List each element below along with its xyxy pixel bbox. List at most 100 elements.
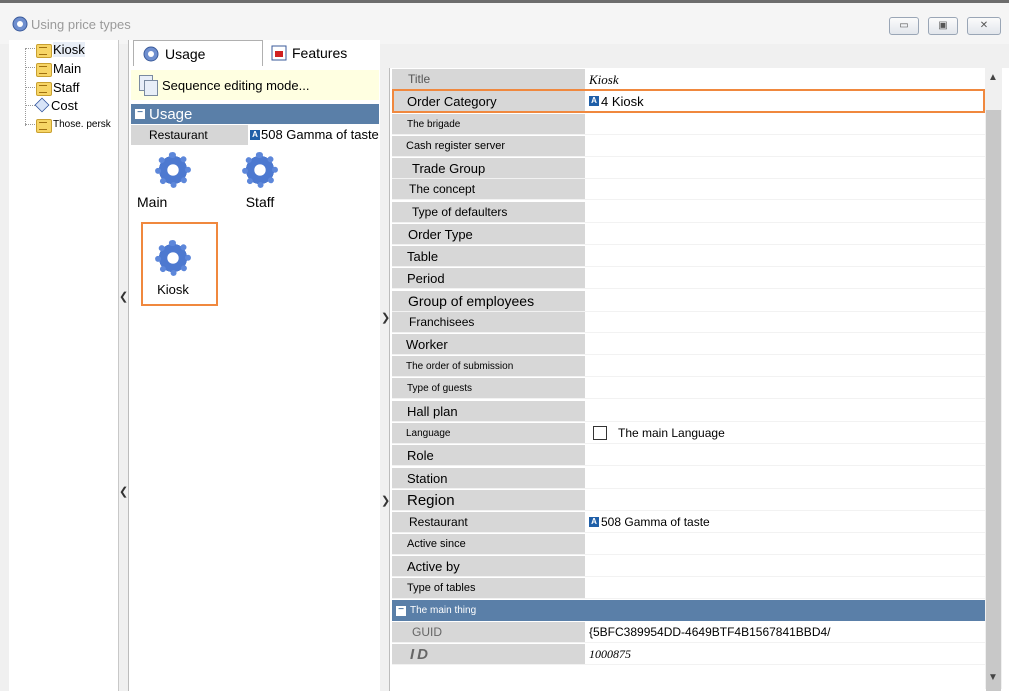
scrollbar-thumb[interactable] [986, 110, 1001, 691]
restore-button[interactable]: ▣ [928, 17, 958, 35]
scroll-up-icon[interactable]: ▲ [988, 72, 998, 83]
prop-value[interactable] [585, 534, 985, 554]
prop-row-active-by[interactable]: Active by [392, 556, 985, 577]
prop-row-restaurant[interactable]: Restaurant A 508 Gamma of taste [392, 512, 985, 533]
prop-row-group-of-employees[interactable]: Group of employees [392, 291, 985, 312]
property-scrollbar[interactable]: ▲ ▼ [985, 68, 1002, 691]
tile-staff[interactable]: Staff [228, 152, 292, 210]
main-language-checkbox[interactable] [593, 426, 607, 440]
prop-value[interactable] [585, 490, 985, 510]
highlight-box [141, 222, 218, 306]
prop-label: The brigade [392, 114, 585, 134]
prop-row-region[interactable]: Region [392, 490, 985, 511]
prop-value[interactable] [585, 136, 985, 156]
prop-row-concept[interactable]: The concept [392, 179, 985, 200]
tree-item-cost[interactable]: Cost [34, 96, 78, 114]
prop-row-period[interactable]: Period [392, 268, 985, 289]
gear-icon [242, 152, 278, 188]
prop-value[interactable] [585, 268, 985, 288]
prop-row-order-type[interactable]: Order Type [392, 224, 985, 245]
close-button[interactable]: ✕ [967, 17, 1001, 35]
prop-value[interactable] [585, 114, 985, 134]
prop-row-title[interactable]: Title Kiosk [392, 69, 985, 90]
features-icon [271, 45, 287, 61]
prop-value[interactable] [585, 334, 985, 354]
prop-row-role[interactable]: Role [392, 445, 985, 466]
prop-label: The order of submission [392, 356, 585, 376]
prop-value[interactable] [585, 246, 985, 266]
prop-row-type-of-guests[interactable]: Type of guests [392, 378, 985, 399]
prop-row-table[interactable]: Table [392, 246, 985, 267]
tree-connector [25, 48, 35, 49]
collapse-left-icon[interactable]: ❮ [119, 290, 128, 303]
prop-value[interactable] [585, 401, 985, 421]
prop-row-language[interactable]: Language The main Language [392, 423, 985, 444]
prop-value[interactable]: 1000875 [585, 644, 985, 664]
prop-value[interactable] [585, 291, 985, 311]
prop-value[interactable] [585, 158, 985, 178]
prop-value[interactable] [585, 224, 985, 244]
prop-label: Worker [392, 334, 585, 354]
prop-row-franchisees[interactable]: Franchisees [392, 312, 985, 333]
minimize-button[interactable]: ▭ [889, 17, 919, 35]
prop-label: Restaurant [392, 512, 585, 532]
prop-value[interactable]: Kiosk [585, 69, 985, 89]
prop-row-hall-plan[interactable]: Hall plan [392, 401, 985, 422]
prop-row-type-of-defaulters[interactable]: Type of defaulters [392, 202, 985, 223]
prop-value[interactable] [585, 556, 985, 576]
prop-label: ID [392, 644, 585, 664]
tab-usage[interactable]: Usage [133, 40, 263, 66]
prop-row-id[interactable]: ID 1000875 [392, 644, 985, 665]
tree-item-main[interactable]: Main [35, 59, 81, 77]
collapse-icon: − [396, 604, 406, 616]
window-title: Using price types [31, 17, 131, 32]
prop-label: Group of employees [392, 291, 585, 311]
main-group-header[interactable]: − The main thing [392, 600, 985, 621]
tab-features[interactable]: Features [263, 40, 388, 66]
tab-label: Usage [165, 45, 206, 62]
group-title: Usage [149, 105, 193, 123]
tree-item-label: Staff [53, 79, 80, 95]
prop-label: Type of guests [392, 378, 585, 398]
prop-row-trade-group[interactable]: Trade Group [392, 158, 985, 179]
prop-value[interactable]: {5BFC389954DD-4649BTF4B1567841BBD4/ [585, 622, 985, 642]
prop-value[interactable] [585, 378, 985, 398]
prop-row-cash-register-server[interactable]: Cash register server [392, 136, 985, 157]
prop-row-worker[interactable]: Worker [392, 334, 985, 355]
scroll-down-icon[interactable]: ▼ [988, 672, 998, 683]
prop-row-brigade[interactable]: The brigade [392, 114, 985, 135]
tree-item-those-persk[interactable]: Those. persk [35, 115, 111, 133]
restaurant-label: Restaurant [131, 125, 248, 145]
folder-icon [35, 80, 52, 96]
usage-group-header[interactable]: − Usage [131, 104, 379, 124]
prop-value[interactable] [585, 445, 985, 465]
collapse-left-icon[interactable]: ❮ [119, 485, 128, 498]
prop-value[interactable] [585, 356, 985, 376]
restaurant-row[interactable]: Restaurant A 508 Gamma of taste [131, 125, 379, 145]
prop-value[interactable] [585, 179, 985, 199]
prop-row-guid[interactable]: GUID {5BFC389954DD-4649BTF4B1567841BBD4/ [392, 622, 985, 643]
prop-label: Active by [392, 556, 585, 576]
prop-value[interactable] [585, 202, 985, 222]
tree-item-kiosk[interactable]: Kiosk [35, 40, 85, 58]
tree-item-staff[interactable]: Staff [35, 78, 80, 96]
prop-value[interactable] [585, 578, 985, 598]
sequence-mode-label: Sequence editing mode... [162, 77, 310, 93]
gear-icon [143, 46, 159, 61]
restaurant-type-icon: A [589, 517, 599, 527]
prop-row-type-of-tables[interactable]: Type of tables [392, 578, 985, 599]
prop-value[interactable] [585, 312, 985, 332]
tile-label: Main [137, 194, 168, 210]
tile-main[interactable]: Main [137, 152, 205, 210]
prop-row-active-since[interactable]: Active since [392, 534, 985, 555]
prop-row-station[interactable]: Station [392, 468, 985, 489]
prop-label: Hall plan [392, 401, 585, 421]
group-title: The main thing [410, 605, 477, 616]
folder-icon [35, 61, 52, 77]
prop-label: Trade Group [392, 158, 585, 178]
prop-row-order-of-submission[interactable]: The order of submission [392, 356, 985, 377]
prop-label: Language [392, 423, 585, 443]
sequence-editing-mode-button[interactable]: Sequence editing mode... [131, 70, 379, 100]
prop-value[interactable]: 508 Gamma of taste [601, 512, 710, 533]
prop-value[interactable] [585, 468, 985, 488]
